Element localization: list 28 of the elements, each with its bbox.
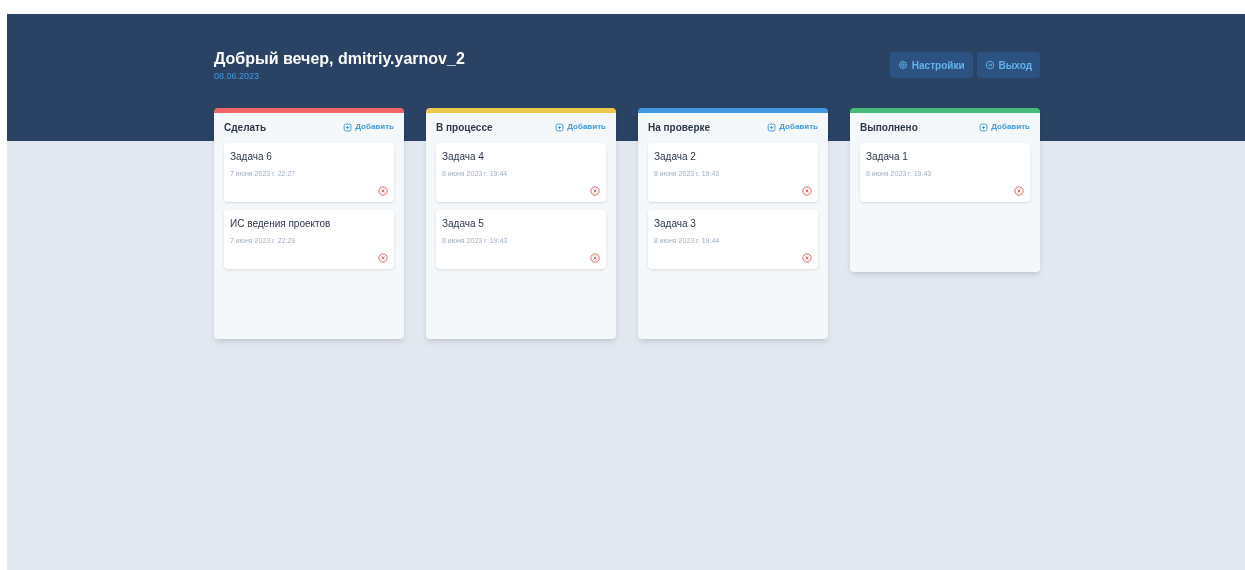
column-title: Сделать bbox=[224, 120, 267, 135]
task-title: Задача 3 bbox=[654, 217, 697, 231]
column-title: В процессе bbox=[436, 120, 493, 135]
settings-icon bbox=[897, 60, 908, 70]
delete-icon[interactable] bbox=[378, 253, 388, 263]
add-icon bbox=[343, 122, 353, 132]
task-title: Задача 6 bbox=[230, 150, 273, 164]
task-title: ИС ведения проектов bbox=[230, 217, 332, 231]
add-icon bbox=[767, 122, 777, 132]
logout-icon bbox=[984, 60, 995, 70]
column-title: Выполнено bbox=[860, 120, 918, 135]
task-title: Задача 1 bbox=[866, 150, 909, 164]
delete-icon[interactable] bbox=[590, 253, 600, 263]
add-icon bbox=[979, 122, 989, 132]
delete-icon[interactable] bbox=[802, 186, 812, 196]
date-text: 08.06.2023 bbox=[214, 70, 261, 82]
settings-button[interactable]: Настройки bbox=[889, 52, 973, 78]
greeting-title: Добрый вечер, dmitriy.yarnov_2 bbox=[214, 49, 465, 69]
column-title: На проверке bbox=[648, 120, 711, 135]
task-title: Задача 4 bbox=[442, 150, 485, 164]
delete-icon[interactable] bbox=[1014, 186, 1024, 196]
delete-icon[interactable] bbox=[590, 186, 600, 196]
logout-button[interactable]: Выход bbox=[976, 52, 1040, 78]
delete-icon[interactable] bbox=[802, 253, 812, 263]
task-title: Задача 2 bbox=[654, 150, 697, 164]
add-icon bbox=[555, 122, 565, 132]
delete-icon[interactable] bbox=[378, 186, 388, 196]
task-title: Задача 5 bbox=[442, 217, 485, 231]
